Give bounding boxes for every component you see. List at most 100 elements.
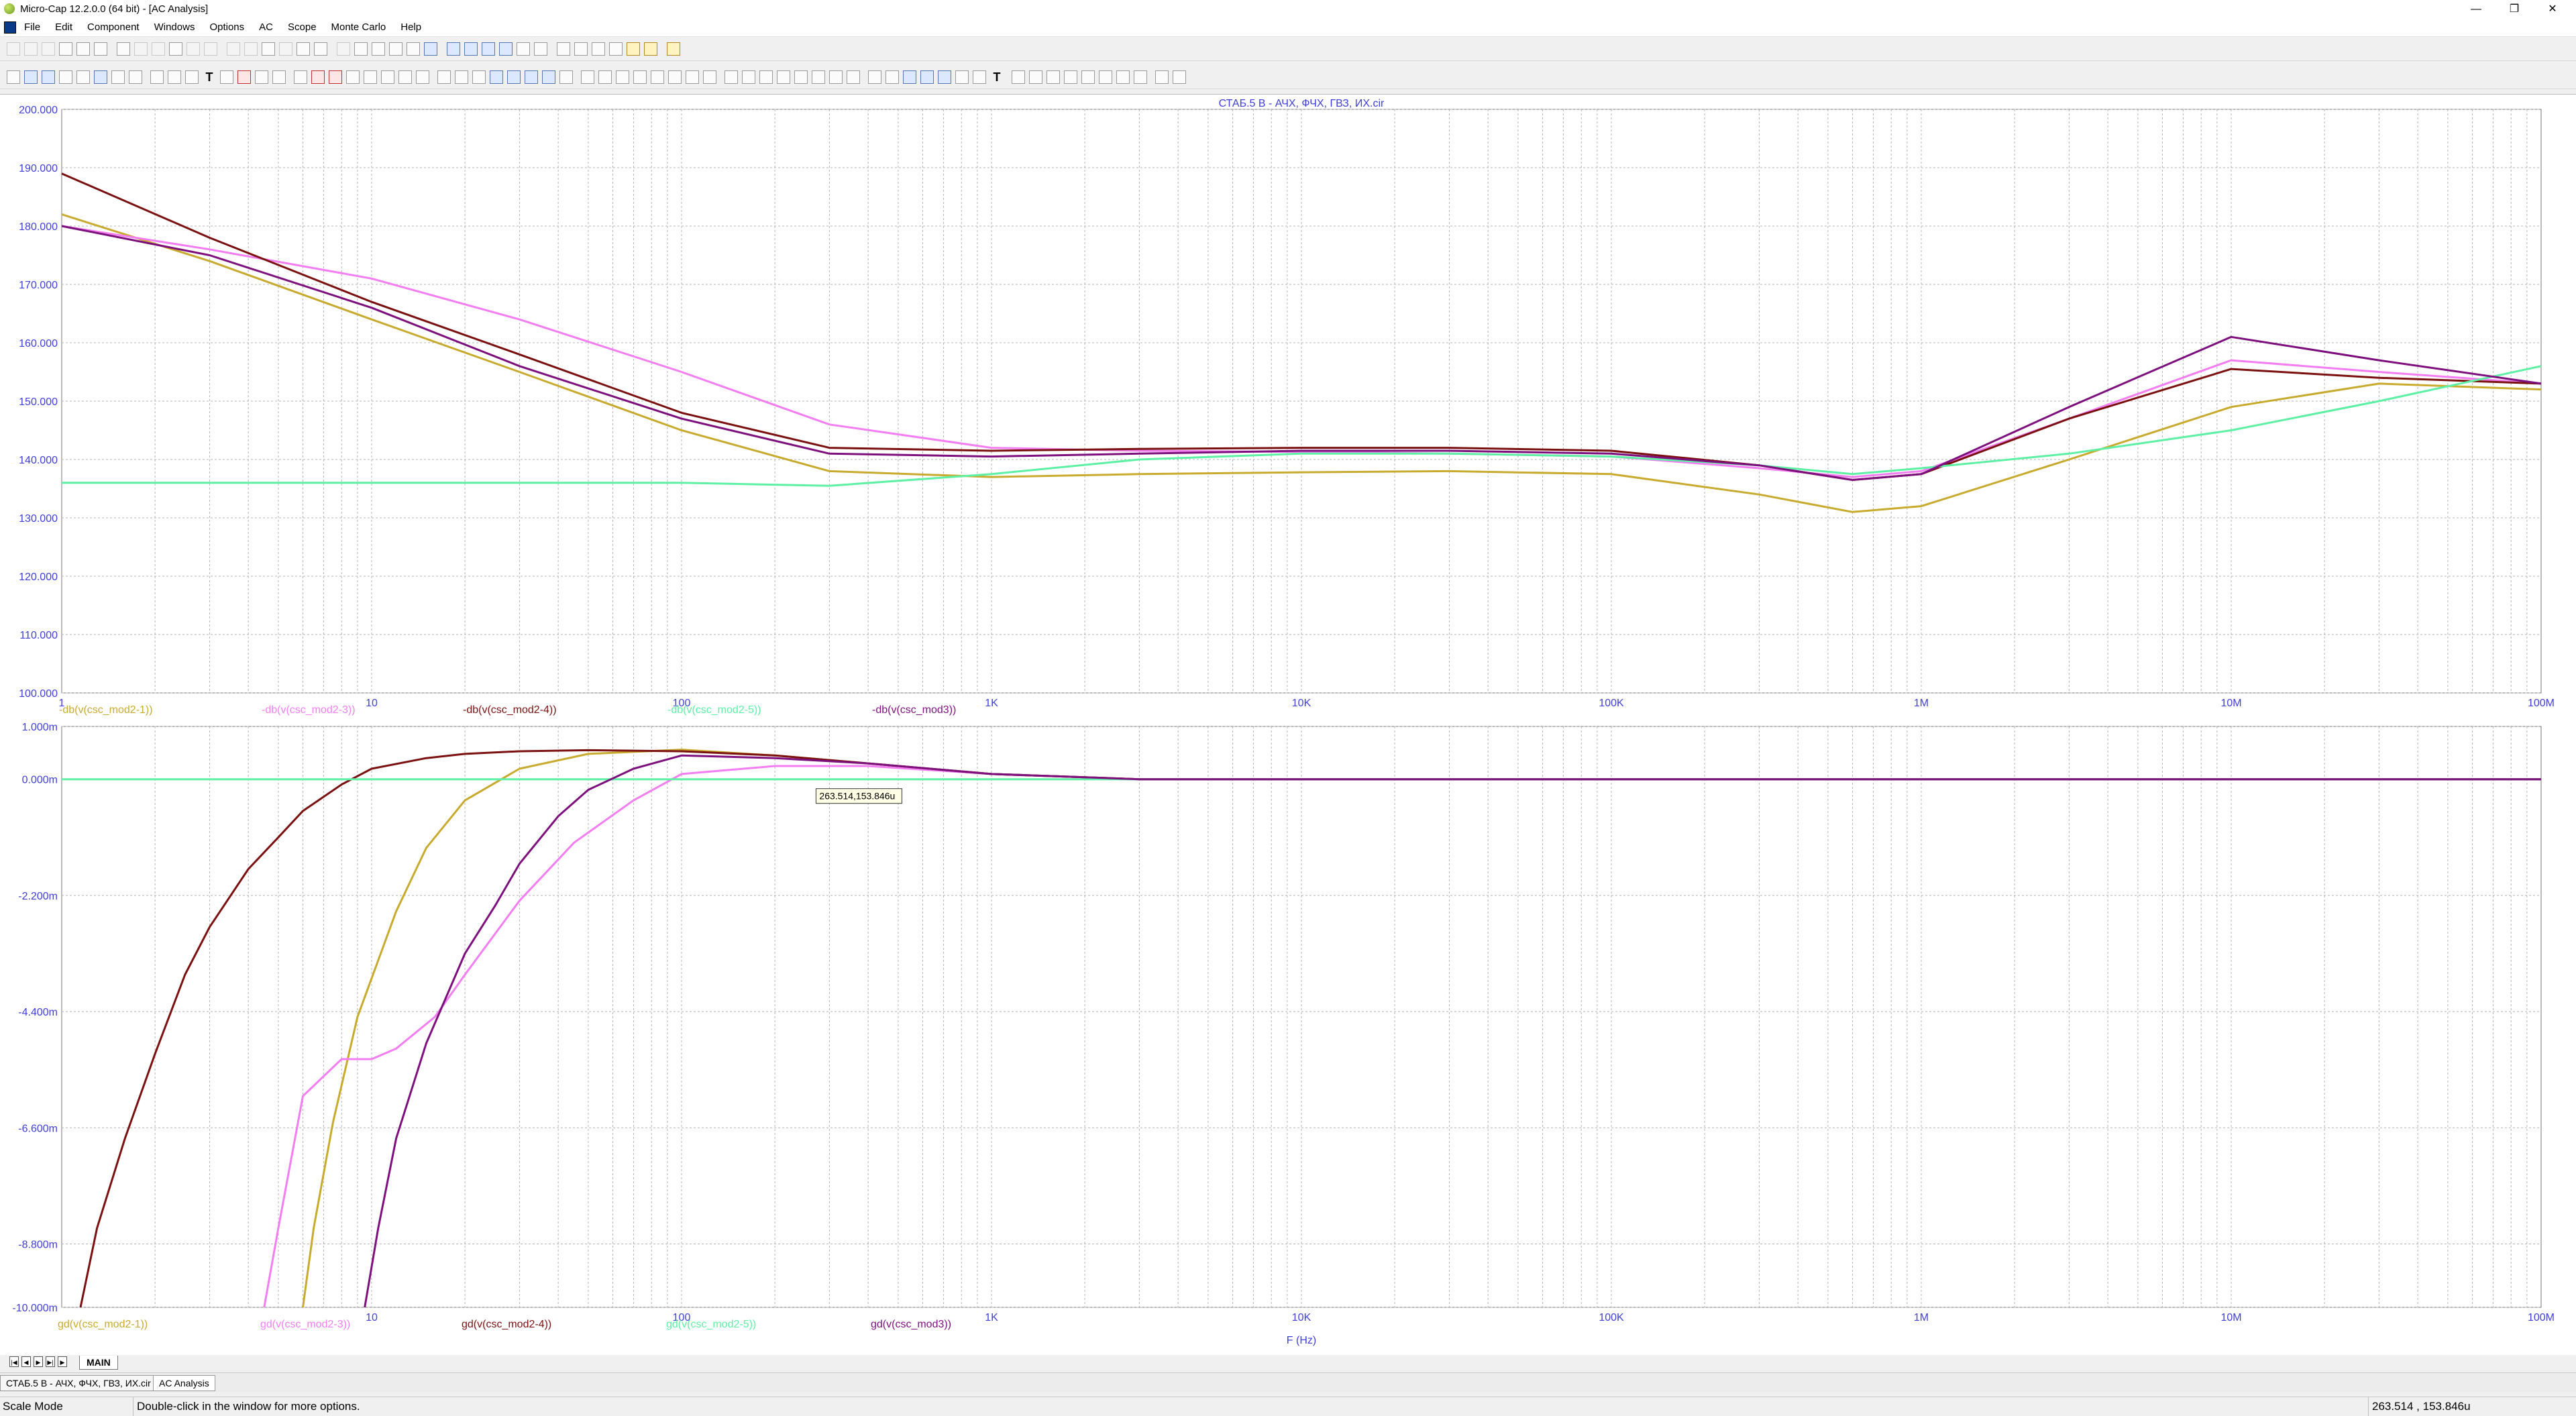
toolbar1-button-13[interactable] bbox=[227, 42, 240, 56]
toolbar2-button-32[interactable] bbox=[559, 70, 573, 84]
minimize-button[interactable]: — bbox=[2461, 0, 2491, 19]
toolbar1-button-30[interactable] bbox=[534, 42, 547, 56]
toolbar2-button-6[interactable] bbox=[94, 70, 107, 84]
plot-panel-2[interactable]: 1.000m 0.000m -2.200m -4.400m -6.600m -8.800m… bbox=[12, 722, 2555, 1346]
toolbar2-button-60[interactable] bbox=[1064, 70, 1077, 84]
toolbar1-button-2[interactable] bbox=[24, 42, 38, 56]
toolbar1-button-29[interactable] bbox=[517, 42, 530, 56]
toolbar2-button-29[interactable] bbox=[507, 70, 521, 84]
toolbar2-button-12[interactable]: T bbox=[203, 70, 216, 84]
toolbar1-button-16[interactable] bbox=[279, 42, 292, 56]
toolbar2-button-16[interactable] bbox=[272, 70, 286, 84]
toolbar2-button-55[interactable] bbox=[973, 70, 986, 84]
toolbar2-button-48[interactable] bbox=[847, 70, 860, 84]
toolbar2-button-63[interactable] bbox=[1116, 70, 1130, 84]
toolbar2-button-47[interactable] bbox=[829, 70, 843, 84]
restore-button[interactable]: ❐ bbox=[2499, 0, 2530, 19]
toolbar1-button-18[interactable] bbox=[314, 42, 327, 56]
toolbar2-button-58[interactable] bbox=[1029, 70, 1042, 84]
toolbar2-button-52[interactable] bbox=[920, 70, 934, 84]
toolbar2-button-36[interactable] bbox=[633, 70, 647, 84]
tab-main[interactable]: MAIN bbox=[79, 1356, 118, 1370]
toolbar1-button-21[interactable] bbox=[372, 42, 385, 56]
toolbar1-button-1[interactable] bbox=[7, 42, 20, 56]
toolbar2-button-43[interactable] bbox=[759, 70, 773, 84]
toolbar2-button-7[interactable] bbox=[111, 70, 125, 84]
toolbar1-button-10[interactable] bbox=[169, 42, 182, 56]
toolbar2-button-5[interactable] bbox=[76, 70, 90, 84]
toolbar2-button-3[interactable] bbox=[42, 70, 55, 84]
toolbar2-button-27[interactable] bbox=[472, 70, 486, 84]
toolbar2-button-4[interactable] bbox=[59, 70, 72, 84]
toolbar1-button-20[interactable] bbox=[354, 42, 368, 56]
menu-component[interactable]: Component bbox=[87, 21, 140, 33]
plot-window[interactable]: 200.000 190.000 180.000 170.000 160.000 150.0… bbox=[0, 94, 2576, 1362]
toolbar2-button-61[interactable] bbox=[1081, 70, 1095, 84]
toolbar2-button-51[interactable] bbox=[903, 70, 916, 84]
toolbar1-button-3[interactable] bbox=[42, 42, 55, 56]
toolbar1-button-5[interactable] bbox=[76, 42, 90, 56]
toolbar2-button-66[interactable] bbox=[1173, 70, 1186, 84]
document-icon[interactable] bbox=[4, 21, 16, 34]
toolbar2-button-26[interactable] bbox=[455, 70, 468, 84]
toolbar1-button-22[interactable] bbox=[389, 42, 402, 56]
toolbar1-button-8[interactable] bbox=[134, 42, 148, 56]
menu-file[interactable]: File bbox=[24, 21, 40, 33]
toolbar1-button-31[interactable] bbox=[557, 42, 570, 56]
toolbar1-button-11[interactable] bbox=[186, 42, 200, 56]
first-page-button[interactable]: |◀ bbox=[9, 1356, 19, 1367]
toolbar2-button-11[interactable] bbox=[185, 70, 199, 84]
plot-panel-1[interactable]: 200.000 190.000 180.000 170.000 160.000 150.0… bbox=[19, 98, 2555, 716]
toolbar2-button-10[interactable] bbox=[168, 70, 181, 84]
menu-help[interactable]: Help bbox=[400, 21, 421, 33]
toolbar2-button-13[interactable] bbox=[220, 70, 233, 84]
toolbar2-button-46[interactable] bbox=[812, 70, 825, 84]
doc-tab-ac-analysis[interactable]: AC Analysis bbox=[153, 1375, 215, 1391]
toolbar2-button-31[interactable] bbox=[542, 70, 555, 84]
toolbar1-button-12[interactable] bbox=[204, 42, 217, 56]
menu-options[interactable]: Options bbox=[209, 21, 244, 33]
toolbar2-button-14[interactable] bbox=[237, 70, 251, 84]
toolbar2-button-64[interactable] bbox=[1134, 70, 1147, 84]
menu-ac[interactable]: AC bbox=[259, 21, 273, 33]
toolbar1-button-33[interactable] bbox=[592, 42, 605, 56]
toolbar2-button-23[interactable] bbox=[398, 70, 412, 84]
toolbar2-button-65[interactable] bbox=[1155, 70, 1169, 84]
toolbar1-button-9[interactable] bbox=[152, 42, 165, 56]
toolbar2-button-30[interactable] bbox=[525, 70, 538, 84]
toolbar1-button-14[interactable] bbox=[244, 42, 258, 56]
toolbar1-button-6[interactable] bbox=[94, 42, 107, 56]
toolbar2-button-42[interactable] bbox=[742, 70, 755, 84]
toolbar2-button-54[interactable] bbox=[955, 70, 969, 84]
toolbar2-button-9[interactable] bbox=[150, 70, 164, 84]
toolbar2-button-35[interactable] bbox=[616, 70, 629, 84]
add-page-button[interactable]: ▶ bbox=[58, 1356, 67, 1367]
menu-windows[interactable]: Windows bbox=[154, 21, 195, 33]
toolbar2-button-28[interactable] bbox=[490, 70, 503, 84]
toolbar1-button-34[interactable] bbox=[609, 42, 623, 56]
toolbar1-button-26[interactable] bbox=[464, 42, 478, 56]
toolbar2-button-50[interactable] bbox=[885, 70, 899, 84]
toolbar1-button-28[interactable] bbox=[499, 42, 513, 56]
toolbar1-button-7[interactable] bbox=[117, 42, 130, 56]
toolbar2-button-21[interactable] bbox=[364, 70, 377, 84]
next-page-button[interactable]: ▶ bbox=[34, 1356, 43, 1367]
ac-analysis-plot[interactable]: 200.000 190.000 180.000 170.000 160.000 150.0… bbox=[0, 95, 2576, 1356]
menu-edit[interactable]: Edit bbox=[55, 21, 72, 33]
toolbar2-button-56[interactable]: T bbox=[990, 70, 1004, 84]
toolbar2-button-8[interactable] bbox=[129, 70, 142, 84]
toolbar2-button-59[interactable] bbox=[1046, 70, 1060, 84]
close-button[interactable]: ✕ bbox=[2537, 0, 2568, 19]
toolbar2-button-15[interactable] bbox=[255, 70, 268, 84]
toolbar2-button-33[interactable] bbox=[581, 70, 594, 84]
toolbar2-button-22[interactable] bbox=[381, 70, 394, 84]
toolbar1-button-4[interactable] bbox=[59, 42, 72, 56]
toolbar2-button-44[interactable] bbox=[777, 70, 790, 84]
toolbar2-button-24[interactable] bbox=[416, 70, 429, 84]
toolbar2-button-17[interactable] bbox=[294, 70, 307, 84]
toolbar1-button-36[interactable] bbox=[644, 42, 657, 56]
toolbar2-button-25[interactable] bbox=[437, 70, 451, 84]
last-page-button[interactable]: ▶| bbox=[46, 1356, 55, 1367]
toolbar2-button-20[interactable] bbox=[346, 70, 360, 84]
toolbar1-button-23[interactable] bbox=[407, 42, 420, 56]
